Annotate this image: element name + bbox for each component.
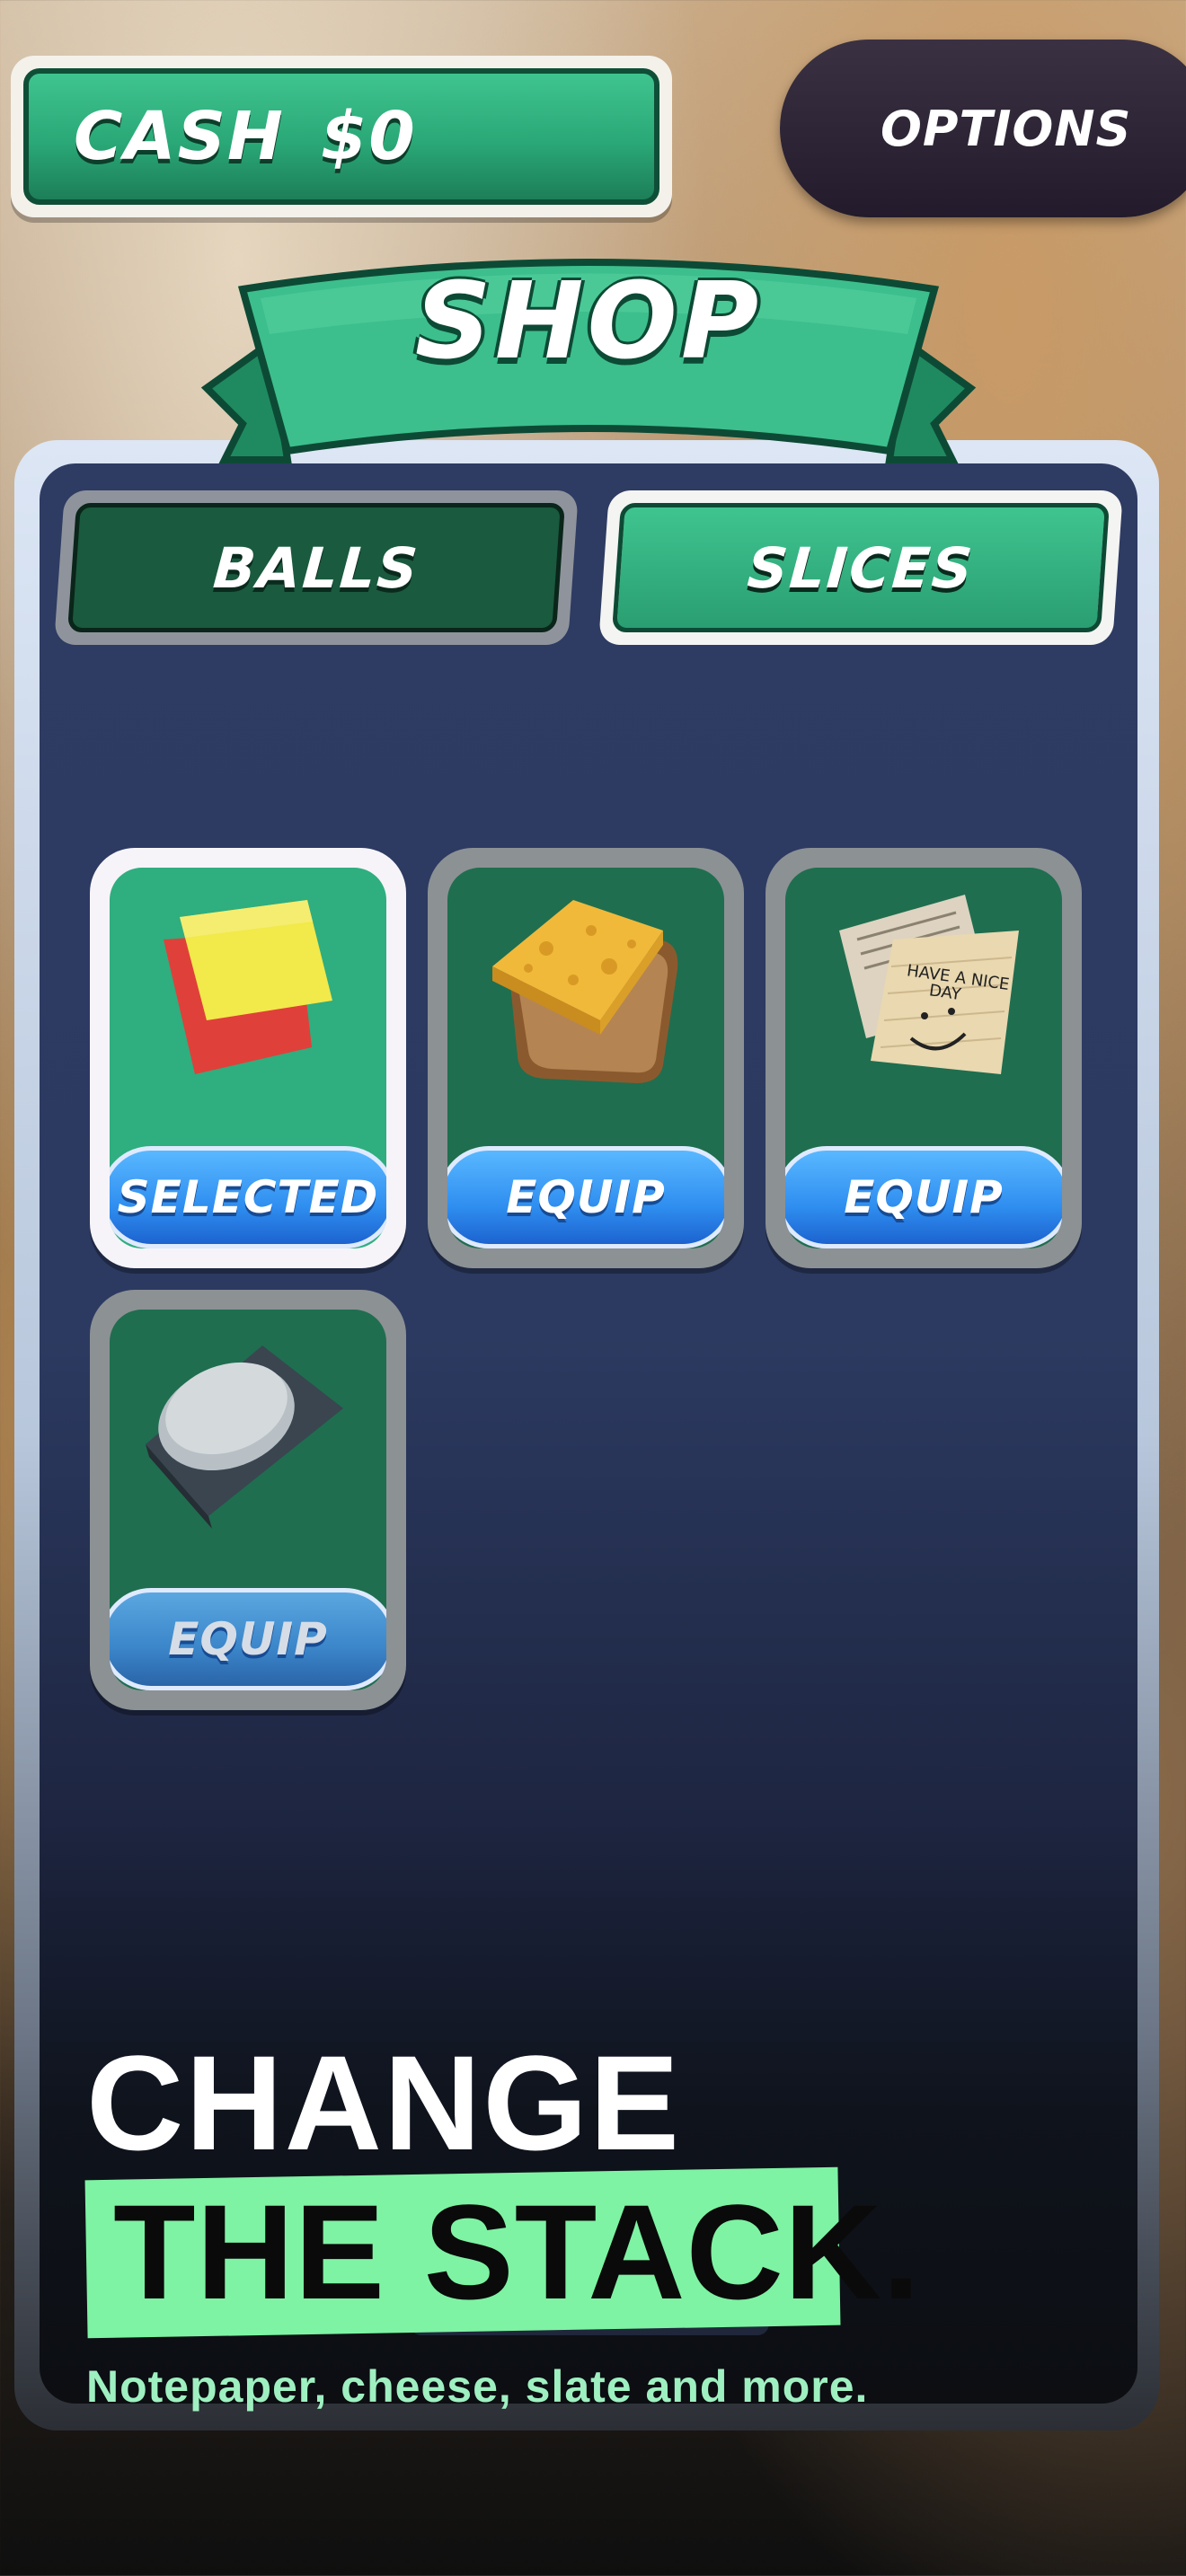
shop-item-card[interactable]: EQUIP [428,848,744,1268]
shop-item-card[interactable]: EQUIP [90,1290,406,1710]
shop-item-card-inner: HAVE A NICE DAY EQUIP [785,868,1062,1248]
tab-slices[interactable]: SLICES [597,490,1124,645]
paper-squares-icon [164,900,332,1074]
equip-button[interactable]: EQUIP [110,1588,386,1690]
promo-subtitle: Notepaper, cheese, slate and more. [86,2361,869,2412]
equip-button[interactable]: EQUIP [785,1146,1062,1248]
cash-bar: CASH $0 [23,68,659,205]
shop-item-card[interactable]: SELECTED [90,848,406,1268]
cheese-toast-icon [492,900,678,1083]
cash-amount: $0 [320,98,417,175]
notepaper-icon: HAVE A NICE DAY [839,895,1019,1074]
selected-button[interactable]: SELECTED [110,1146,386,1248]
cash-display: CASH $0 [11,56,672,217]
tab-balls-label: BALLS [66,503,566,632]
shop-item-card-inner: SELECTED [110,868,386,1248]
shop-item-card-inner: EQUIP [110,1310,386,1690]
options-label: OPTIONS [881,100,1132,157]
shop-item-card[interactable]: HAVE A NICE DAY EQUIP [766,848,1082,1268]
tab-slices-label: SLICES [611,503,1111,632]
options-button[interactable]: OPTIONS [780,40,1186,217]
promo-headline-line2: THE STACK. [113,2176,921,2327]
shop-title: SHOP [414,259,763,383]
slate-disc-icon [146,1345,343,1529]
equip-button[interactable]: EQUIP [447,1146,724,1248]
promo-headline-line1: CHANGE [86,2027,682,2178]
tab-balls[interactable]: BALLS [53,490,580,645]
cash-label: CASH [74,98,285,175]
shop-item-card-inner: EQUIP [447,868,724,1248]
